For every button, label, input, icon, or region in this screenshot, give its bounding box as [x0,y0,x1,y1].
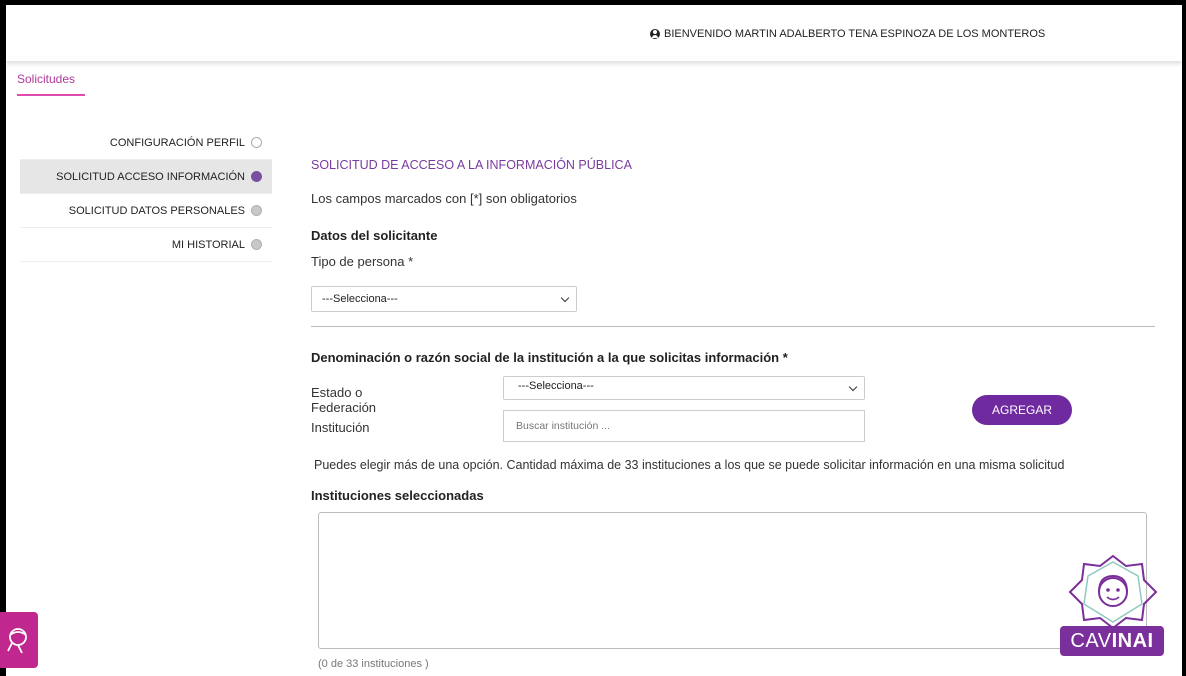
chevron-down-icon [848,382,858,392]
sidebar-item-solicitud-acceso-informacion[interactable]: SOLICITUD ACCESO INFORMACIÓN [20,160,272,194]
estado-label: Estado o Federación [311,385,377,415]
tipo-persona-label: Tipo de persona * [311,254,414,269]
top-bar: BIENVENIDO MARTIN ADALBERTO TENA ESPINOZ… [6,5,1182,61]
chat-head-icon [7,628,27,654]
required-note: Los campos marcados con [*] son obligato… [311,191,577,206]
institucion-search-input[interactable]: Buscar institución ... [503,410,865,442]
window-frame-left [0,0,6,676]
sidebar-item-label: MI HISTORIAL [171,238,245,251]
section-divider [311,326,1155,327]
sidebar-item-configuracion-perfil[interactable]: CONFIGURACIÓN PERFIL [20,126,272,160]
sidebar-item-mi-historial[interactable]: MI HISTORIAL [20,228,272,262]
document-icon [251,171,262,182]
estado-value: ---Selecciona--- [518,380,594,392]
cavinai-badge[interactable]: CAV INAI [1060,626,1164,656]
sidebar-item-label: SOLICITUD ACCESO INFORMACIÓN [56,170,245,183]
welcome-message[interactable]: BIENVENIDO MARTIN ADALBERTO TENA ESPINOZ… [650,28,1045,40]
selected-institutions-heading: Instituciones seleccionadas [311,488,484,503]
sidebar: CONFIGURACIÓN PERFIL SOLICITUD ACCESO IN… [20,126,272,262]
tipo-persona-select[interactable]: ---Selecciona--- [311,286,577,312]
window-frame-right [1182,0,1186,676]
id-card-icon [251,205,262,216]
institutions-counter: (0 de 33 instituciones ) [318,658,429,670]
chat-assistant-button[interactable] [0,612,38,668]
institucion-placeholder: Buscar institución ... [516,420,610,432]
section-heading-solicitante: Datos del solicitante [311,228,438,243]
max-institutions-hint: Puedes elegir más de una opción. Cantida… [314,458,1065,472]
user-circle-icon [650,29,660,39]
cavinai-text-a: CAV [1070,629,1112,652]
agregar-button[interactable]: AGREGAR [972,395,1072,425]
selected-institutions-box[interactable] [318,512,1147,649]
section-heading-institucion: Denominación o razón social de la instit… [311,350,788,365]
cavinai-text-b: INAI [1111,629,1154,652]
user-outline-icon [251,137,262,148]
cavinai-face-icon [1068,554,1158,630]
sidebar-item-label: CONFIGURACIÓN PERFIL [109,136,245,149]
welcome-text: BIENVENIDO MARTIN ADALBERTO TENA ESPINOZ… [664,28,1046,40]
tab-solicitudes[interactable]: Solicitudes [17,72,85,96]
tipo-persona-value: ---Selecciona--- [322,293,398,305]
estado-select[interactable]: ---Selecciona--- [503,376,865,400]
sidebar-item-solicitud-datos-personales[interactable]: SOLICITUD DATOS PERSONALES [20,194,272,228]
institucion-label: Institución [311,420,370,435]
chevron-down-icon [560,293,570,303]
page-title: SOLICITUD DE ACCESO A LA INFORMACIÓN PÚB… [311,158,632,172]
history-icon [251,239,262,250]
sidebar-item-label: SOLICITUD DATOS PERSONALES [68,204,245,217]
